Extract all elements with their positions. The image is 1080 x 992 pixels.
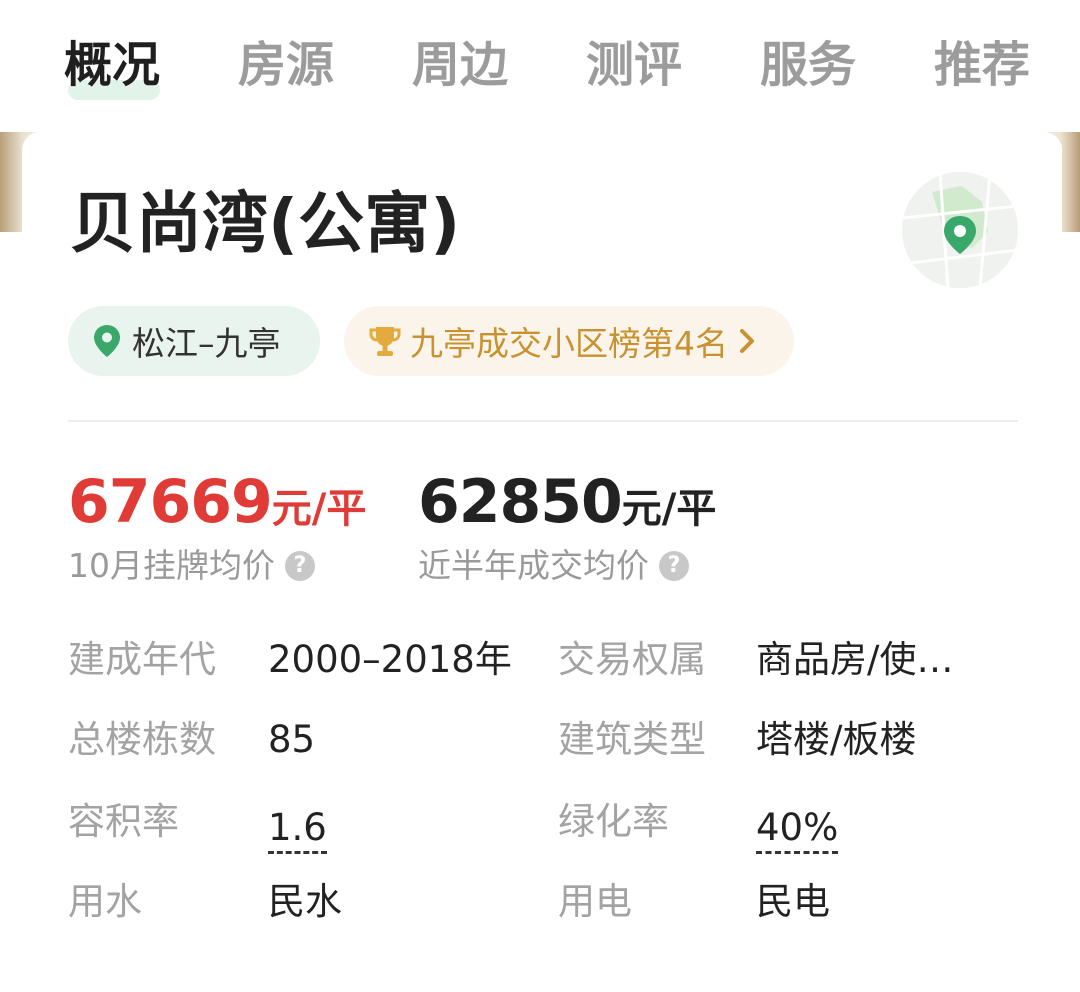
map-thumbnail[interactable] [902,172,1018,288]
info-key-green-ratio: 绿化率 [558,800,669,843]
tab-listings[interactable]: 房源 [238,30,334,100]
info-row: 容积率 1.6 绿化率 40% [22,792,1062,854]
info-row: 用水 民水 用电 民电 [22,872,1062,932]
listing-price-label: 10月挂牌均价 ? [68,540,315,592]
info-key-building-count: 总楼栋数 [68,718,216,761]
info-key-ownership: 交易权属 [558,638,706,681]
question-circle-icon[interactable]: ? [659,551,689,581]
map-pin-icon [94,325,120,357]
listing-price-unit: 元/平 [271,486,367,532]
green-ratio-link[interactable]: 40% [756,805,839,854]
info-row: 总楼栋数 85 建筑类型 塔楼/板楼 [22,710,1062,770]
info-row: 建成年代 2000–2018年 交易权属 商品房/使… [22,630,1062,690]
community-title: 贝尚湾(公寓) [70,185,461,262]
info-key-build-year: 建成年代 [68,638,216,681]
info-value-ownership[interactable]: 商品房/使… [756,630,953,690]
deal-price-label: 近半年成交均价 ? [418,540,689,592]
location-chip-label: 松江–九亭 [132,324,281,363]
ranking-chip-label: 九亭成交小区榜第4名 [410,324,728,363]
info-value-electricity: 民电 [756,880,830,923]
section-divider [68,420,1018,422]
ranking-chip[interactable]: 九亭成交小区榜第4名 [344,306,794,376]
info-key-electricity: 用电 [558,880,632,923]
info-key-water: 用水 [68,880,142,923]
info-value-plot-ratio: 1.6 [268,798,327,858]
info-value-building-count: 85 [268,718,316,761]
deal-price-label-text: 近半年成交均价 [418,546,649,585]
location-chip[interactable]: 松江–九亭 [68,306,320,376]
deal-price-value: 62850 [418,467,623,537]
info-key-plot-ratio: 容积率 [68,800,179,843]
plot-ratio-link[interactable]: 1.6 [268,805,327,854]
trophy-icon [368,324,402,358]
chevron-right-icon [738,328,756,354]
info-key-building-type: 建筑类型 [558,718,706,761]
tab-surroundings[interactable]: 周边 [412,30,508,100]
info-value-green-ratio: 40% [756,798,839,858]
map-thumbnail-icon [902,172,1018,288]
deal-price-unit: 元/平 [621,486,717,532]
info-value-building-type: 塔楼/板楼 [756,718,917,761]
info-value-water: 民水 [268,880,342,923]
tab-review[interactable]: 测评 [586,30,682,100]
top-tab-bar: 概况 房源 周边 测评 服务 推荐 [0,0,1080,132]
tab-services[interactable]: 服务 [760,30,856,100]
info-value-build-year: 2000–2018年 [268,638,512,681]
tab-overview[interactable]: 概况 [64,30,160,100]
tab-recommend[interactable]: 推荐 [934,30,1030,100]
listing-price-value: 67669 [68,467,273,537]
community-overview-card: 贝尚湾(公寓) 松江–九亭 九亭成交小区榜第4名 67669元/平 10月挂牌均… [22,132,1062,992]
listing-price-label-text: 10月挂牌均价 [68,546,275,585]
question-circle-icon[interactable]: ? [285,551,315,581]
